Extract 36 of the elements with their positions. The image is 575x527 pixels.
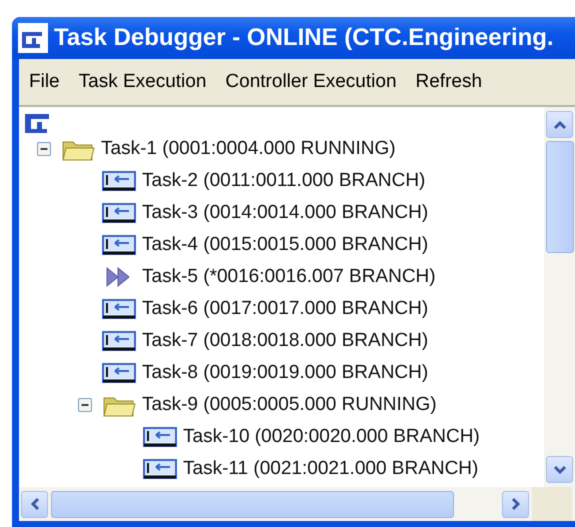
tree-item[interactable]: Task-7 (0018:0018.000 BRANCH): [142, 330, 428, 352]
tree-item[interactable]: Task-8 (0019:0019.000 BRANCH): [142, 362, 428, 384]
tree-item[interactable]: Task-6 (0017:0017.000 BRANCH): [142, 298, 428, 320]
tree-item[interactable]: Task-1 (0001:0004.000 RUNNING): [101, 138, 396, 160]
task-icon: [102, 200, 136, 226]
tree-item[interactable]: Task-2 (0011:0011.000 BRANCH): [142, 170, 426, 192]
menu-item[interactable]: Controller Execution: [219, 71, 410, 93]
scroll-left-button[interactable]: [21, 490, 48, 518]
task-icon: [143, 456, 177, 482]
tree-item[interactable]: Task-3 (0014:0014.000 BRANCH): [142, 202, 428, 224]
task-icon: [143, 424, 177, 450]
window-title: Task Debugger - ONLINE (CTC.Engineering.: [54, 24, 554, 52]
scrollbar-corner: [532, 487, 572, 521]
menu-item[interactable]: File: [23, 71, 73, 93]
scroll-thumb[interactable]: [51, 490, 454, 518]
task-icon: [102, 296, 136, 322]
menu-item[interactable]: Task Execution: [72, 71, 220, 93]
app-logo-icon: [18, 23, 48, 53]
vertical-scrollbar[interactable]: [544, 107, 575, 487]
tree-item[interactable]: Task-5 (*0016:0016.007 BRANCH): [142, 266, 436, 288]
task-icon: [102, 328, 136, 354]
tree-item[interactable]: Task-9 (0005:0005.000 RUNNING): [142, 394, 437, 416]
horizontal-scrollbar[interactable]: [19, 487, 575, 521]
collapse-icon[interactable]: [78, 398, 92, 412]
scroll-thumb[interactable]: [546, 141, 574, 253]
scroll-down-button[interactable]: [546, 456, 573, 483]
task-icon: [102, 232, 136, 258]
tree-item[interactable]: Task-11 (0021:0021.000 BRANCH): [183, 458, 478, 480]
scroll-right-button[interactable]: [502, 490, 529, 518]
collapse-icon[interactable]: [37, 142, 51, 156]
task-icon: [102, 360, 136, 386]
task-icon: [102, 168, 136, 194]
tree-item[interactable]: Task-4 (0015:0015.000 BRANCH): [142, 234, 428, 256]
scroll-up-button[interactable]: [546, 111, 573, 138]
menu-item[interactable]: Refresh: [410, 71, 496, 93]
tree-item[interactable]: Task-10 (0020:0020.000 BRANCH): [183, 426, 480, 448]
